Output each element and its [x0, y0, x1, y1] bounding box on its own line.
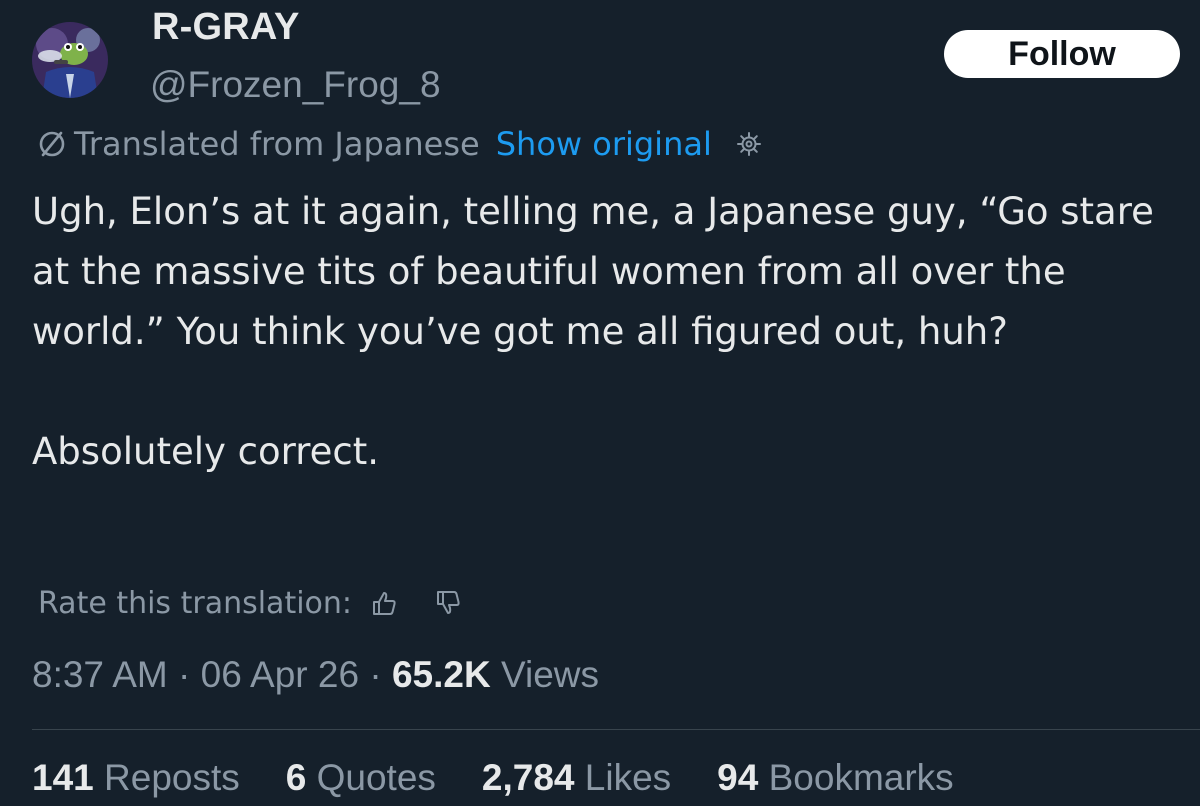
- tweet-paragraph: Ugh, Elon’s at it again, telling me, a J…: [32, 190, 1154, 353]
- thumbs-down-icon[interactable]: [434, 589, 462, 617]
- bookmarks-count: 94: [717, 757, 759, 798]
- quotes-label: Quotes: [316, 757, 436, 798]
- reposts-count: 141: [32, 757, 94, 798]
- engagement-stats: 141 Reposts 6 Quotes 2,784 Likes 94 Book…: [32, 757, 1000, 799]
- follow-button[interactable]: Follow: [944, 30, 1180, 78]
- tweet-meta: 8:37 AM · 06 Apr 26 · 65.2K Views: [32, 654, 599, 696]
- quotes-stat[interactable]: 6 Quotes: [286, 757, 436, 799]
- rate-translation-label: Rate this translation:: [38, 585, 353, 621]
- reposts-label: Reposts: [104, 757, 240, 798]
- quotes-count: 6: [285, 757, 307, 798]
- translated-label: Translated from Japanese: [74, 125, 480, 163]
- views-label: Views: [500, 654, 599, 695]
- likes-label: Likes: [584, 757, 672, 798]
- tweet-text: Ugh, Elon’s at it again, telling me, a J…: [32, 182, 1182, 482]
- display-name[interactable]: R-GRAY: [152, 6, 300, 49]
- meta-separator: ·: [178, 654, 191, 695]
- views-count: 65.2K: [391, 654, 491, 695]
- gear-icon[interactable]: [736, 131, 762, 157]
- reposts-stat[interactable]: 141 Reposts: [32, 757, 240, 799]
- show-original-link[interactable]: Show original: [496, 125, 712, 163]
- avatar[interactable]: [32, 22, 108, 98]
- tweet-paragraph: Absolutely correct.: [32, 430, 379, 473]
- translation-notice: Translated from Japanese Show original: [36, 120, 762, 168]
- bookmarks-stat[interactable]: 94 Bookmarks: [717, 757, 954, 799]
- tweet-time[interactable]: 8:37 AM: [32, 654, 168, 695]
- tweet-date[interactable]: 06 Apr 26: [201, 654, 359, 695]
- avatar-image: [32, 22, 108, 98]
- meta-separator: ·: [369, 654, 382, 695]
- likes-count: 2,784: [481, 757, 575, 798]
- handle[interactable]: @Frozen_Frog_8: [150, 64, 441, 106]
- thumbs-up-icon[interactable]: [370, 589, 398, 617]
- translate-icon: [36, 128, 68, 160]
- rate-translation: Rate this translation:: [38, 580, 462, 626]
- likes-stat[interactable]: 2,784 Likes: [482, 757, 671, 799]
- bookmarks-label: Bookmarks: [768, 757, 954, 798]
- divider: [32, 729, 1200, 730]
